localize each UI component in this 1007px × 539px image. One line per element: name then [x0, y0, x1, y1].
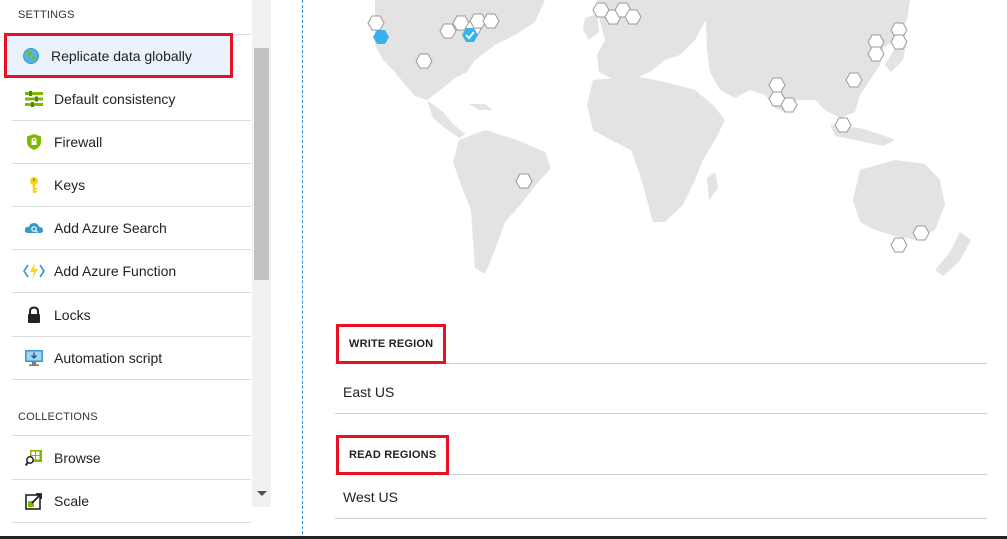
menu-item-label: Scale: [54, 493, 90, 509]
menu-item-default-consistency[interactable]: Default consistency: [12, 78, 251, 121]
read-regions-header: READ REGIONS: [335, 435, 987, 475]
menu-item-firewall[interactable]: Firewall: [12, 121, 251, 164]
write-region-header: WRITE REGION: [335, 324, 987, 364]
automation-monitor-icon: [23, 347, 45, 369]
write-region-title: WRITE REGION: [336, 324, 447, 364]
menu-item-keys[interactable]: Keys: [12, 164, 251, 207]
cloud-search-icon: [23, 217, 45, 239]
menu-item-add-azure-search[interactable]: Add Azure Search: [12, 207, 251, 250]
menu-item-label: Browse: [54, 450, 101, 466]
menu-item-label: Locks: [54, 307, 91, 323]
menu-item-label: Automation script: [54, 350, 163, 366]
menu-item-label: Add Azure Function: [54, 263, 177, 279]
menu-item-locks[interactable]: Locks: [12, 294, 251, 337]
function-bolt-icon: [23, 260, 45, 282]
menu-item-scale[interactable]: Scale: [12, 480, 251, 523]
menu-scrollbar[interactable]: [252, 0, 271, 507]
blade-splitter[interactable]: [302, 0, 303, 539]
menu-item-label: Firewall: [54, 134, 103, 150]
menu-item-label: Add Azure Search: [54, 220, 167, 236]
collections-divider: [12, 435, 251, 436]
browse-grid-icon: [23, 447, 45, 469]
write-region-row[interactable]: East US: [335, 371, 987, 414]
menu-item-label: Keys: [54, 177, 86, 193]
menu-item-add-azure-function[interactable]: Add Azure Function: [12, 250, 251, 293]
menu-item-automation-script[interactable]: Automation script: [12, 337, 251, 380]
collections-section-title: COLLECTIONS: [18, 411, 98, 423]
lock-icon: [23, 304, 45, 326]
menu-item-label: Replicate data globally: [51, 47, 192, 64]
menu-item-browse[interactable]: Browse: [12, 437, 251, 480]
settings-menu: SETTINGS Replicate data globally Default…: [0, 0, 255, 539]
read-region-row[interactable]: West US: [335, 476, 987, 519]
key-icon: [23, 174, 45, 196]
scroll-down-arrow-icon[interactable]: [257, 491, 267, 496]
globe-icon: [20, 45, 42, 67]
scale-arrow-icon: [23, 490, 45, 512]
world-region-map[interactable]: [335, 0, 995, 300]
read-regions-title: READ REGIONS: [336, 435, 450, 475]
menu-item-label: Default consistency: [54, 91, 176, 107]
shield-icon: [23, 131, 45, 153]
consistency-bars-icon: [23, 88, 45, 110]
settings-section-title: SETTINGS: [18, 9, 75, 21]
menu-item-replicate-data-globally[interactable]: Replicate data globally: [4, 33, 233, 78]
scrollbar-thumb[interactable]: [254, 48, 269, 280]
